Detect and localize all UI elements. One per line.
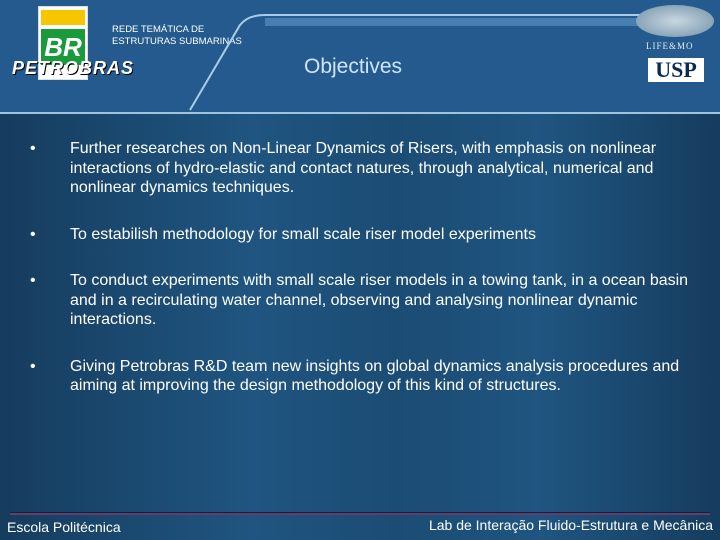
bullet-icon: • (30, 140, 36, 157)
footer-divider (10, 512, 710, 515)
bullet-icon: • (30, 357, 36, 375)
bullet-icon: • (30, 272, 36, 289)
lifemo-label: LIFE&MO (646, 41, 694, 51)
list-item: • To estabilish methodology for small sca… (30, 225, 536, 243)
lifemo-globe-logo (636, 5, 714, 37)
list-item: • Further researches on Non-Linear Dynami… (30, 140, 657, 196)
bullet-icon: • (30, 225, 36, 243)
slide-title: Objectives (304, 55, 403, 78)
objectives-list: • Further researches on Non-Linear Dynami… (30, 139, 700, 423)
petrobras-wordmark: PETROBRAS (12, 58, 135, 78)
list-item: • To conduct experiments with small scale… (30, 272, 689, 328)
usp-logo: USP (648, 58, 704, 82)
footer-left: Escola Politécnica (7, 519, 121, 535)
header-swoosh (189, 14, 640, 111)
list-item: • Giving Petrobras R&D team new insights … (30, 357, 680, 395)
footer-right: Lab de Interação Fluido-Estrutura e Mecâ… (428, 517, 713, 533)
slide-header: BR PETROBRAS REDE TEMÁTICA DE ESTRUTURAS … (0, 0, 720, 114)
